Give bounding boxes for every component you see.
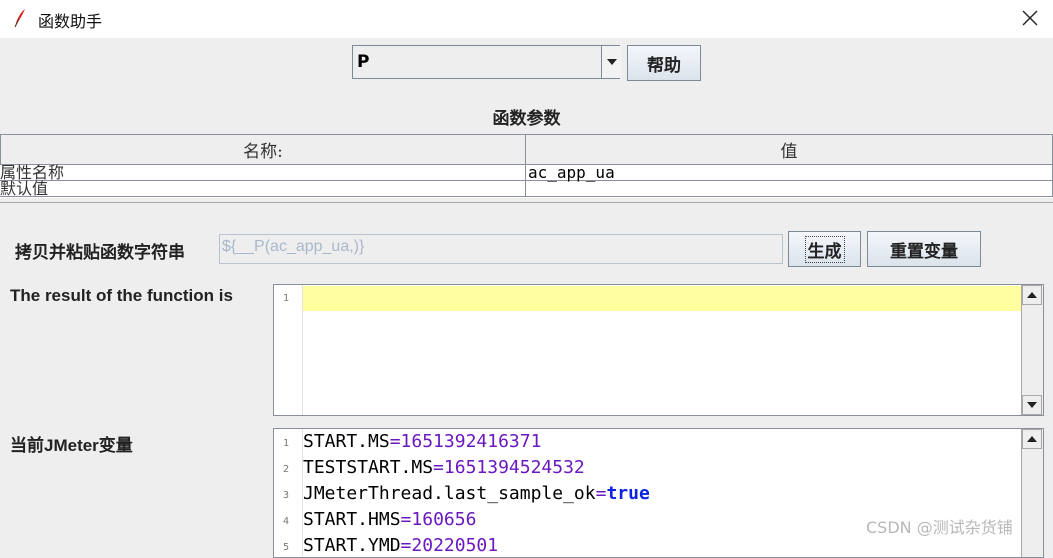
variable-key: START.MS <box>303 431 390 452</box>
arrow-down-icon <box>1027 402 1037 408</box>
function-select[interactable]: P <box>352 45 621 79</box>
param-value-cell[interactable] <box>526 181 1053 197</box>
line-number: 1 <box>282 438 290 449</box>
line-number: 4 <box>282 516 290 527</box>
result-label: The result of the function is <box>10 286 233 305</box>
variable-line: JMeterThread.last_sample_ok=true <box>303 483 650 504</box>
variable-line: START.YMD=20220501 <box>303 535 499 556</box>
variable-key: TESTSTART.MS <box>303 457 434 478</box>
watermark: CSDN @测试杂货铺 <box>866 518 1013 537</box>
line-gutter: 1 <box>274 285 303 415</box>
variable-line: TESTSTART.MS=1651394524532 <box>303 457 585 478</box>
scroll-up-button[interactable] <box>1022 285 1042 305</box>
chevron-down-icon <box>606 59 617 65</box>
variable-key: START.HMS <box>303 509 401 530</box>
generate-button[interactable]: 生成 <box>788 231 861 267</box>
params-table: 名称: 值 属性名称 ac_app_ua 默认值 <box>0 134 1053 198</box>
copy-label: 拷贝并粘贴函数字符串 <box>15 243 185 263</box>
line-number: 1 <box>282 293 290 304</box>
arrow-up-icon <box>1027 436 1037 442</box>
function-select-value: P <box>357 52 370 72</box>
param-value-cell[interactable]: ac_app_ua <box>526 165 1053 181</box>
variables-editor[interactable]: 1 2 3 4 5 START.MS=1651392416371 TESTSTA… <box>273 428 1044 558</box>
variable-line: START.HMS=160656 <box>303 509 477 530</box>
feather-icon <box>12 8 28 28</box>
variable-value: 20220501 <box>411 535 499 556</box>
line-number: 2 <box>282 464 290 475</box>
column-header-value[interactable]: 值 <box>525 134 1053 165</box>
scroll-up-button[interactable] <box>1022 429 1042 449</box>
generate-button-label: 生成 <box>804 235 845 263</box>
variable-value: 1651392416371 <box>400 431 542 452</box>
param-name-cell[interactable]: 默认值 <box>0 181 526 197</box>
divider <box>0 202 1053 203</box>
line-gutter: 1 2 3 4 5 <box>274 429 303 557</box>
params-title: 函数参数 <box>492 109 561 129</box>
line-number: 3 <box>282 490 290 501</box>
variables-label: 当前JMeter变量 <box>10 436 133 455</box>
line-number: 5 <box>282 542 290 553</box>
variable-line: START.MS=1651392416371 <box>303 431 542 452</box>
variable-key: START.YMD <box>303 535 401 556</box>
help-button[interactable]: 帮助 <box>627 45 701 81</box>
window-title: 函数助手 <box>38 12 103 31</box>
result-editor[interactable]: 1 <box>273 284 1044 416</box>
column-header-name[interactable]: 名称: <box>0 134 526 165</box>
current-line-highlight <box>303 286 1023 311</box>
arrow-up-icon <box>1027 292 1037 298</box>
vertical-scrollbar[interactable] <box>1021 285 1043 415</box>
param-name-cell[interactable]: 属性名称 <box>0 165 526 181</box>
function-string-field[interactable]: ${__P(ac_app_ua,)} <box>219 234 783 264</box>
variable-value: 1651394524532 <box>443 457 585 478</box>
reset-variables-button[interactable]: 重置变量 <box>867 231 981 267</box>
close-button[interactable] <box>1014 4 1046 32</box>
scroll-down-button[interactable] <box>1022 395 1042 415</box>
combo-dropdown-button[interactable] <box>601 46 621 78</box>
variable-value: 160656 <box>411 509 477 530</box>
close-icon <box>1022 10 1038 26</box>
variable-value: true <box>606 483 650 504</box>
vertical-scrollbar[interactable] <box>1021 429 1043 557</box>
title-bar: 函数助手 <box>0 0 1053 38</box>
variable-key: JMeterThread.last_sample_ok <box>303 483 596 504</box>
